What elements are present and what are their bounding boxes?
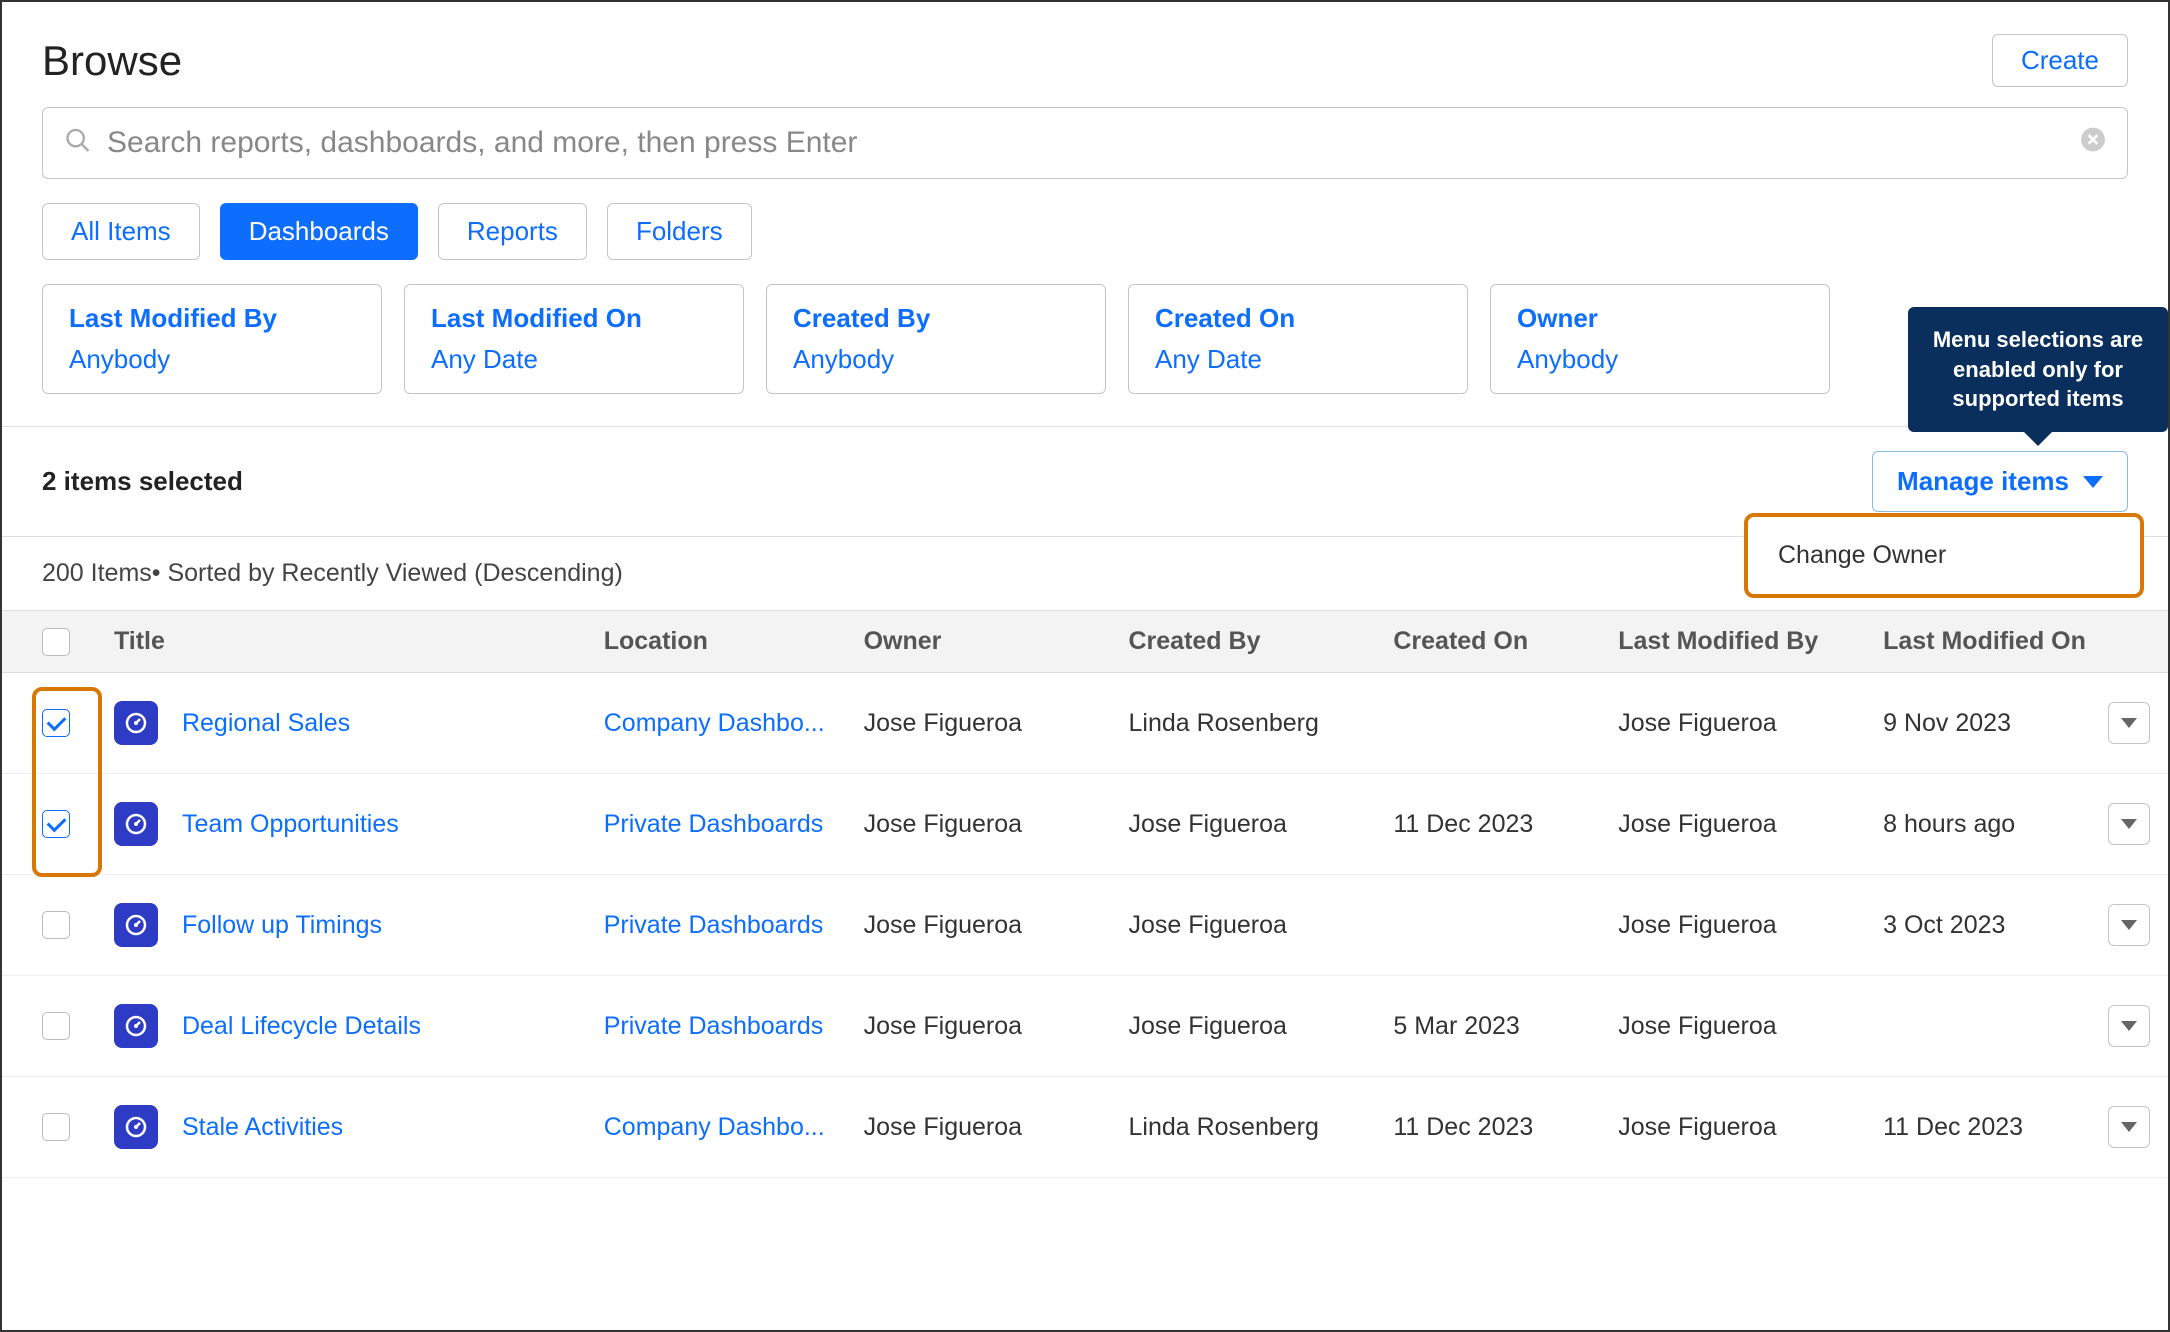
filter-created-by[interactable]: Created By Anybody bbox=[766, 284, 1106, 394]
tab-dashboards[interactable]: Dashboards bbox=[220, 203, 418, 260]
row-checkbox[interactable] bbox=[42, 1113, 70, 1141]
row-owner: Jose Figueroa bbox=[864, 1113, 1129, 1142]
col-created-on[interactable]: Created On bbox=[1393, 627, 1618, 656]
col-modified-on[interactable]: Last Modified On bbox=[1883, 627, 2108, 656]
dashboard-icon bbox=[114, 701, 158, 745]
row-location-link[interactable]: Private Dashboards bbox=[604, 1012, 864, 1041]
row-owner: Jose Figueroa bbox=[864, 709, 1129, 738]
table-row: Regional SalesCompany Dashbo...Jose Figu… bbox=[2, 673, 2168, 774]
row-created-by: Linda Rosenberg bbox=[1128, 709, 1393, 738]
filter-label: Created By bbox=[793, 303, 1079, 334]
selection-count: 2 items selected bbox=[42, 466, 243, 497]
dashboard-icon bbox=[114, 1105, 158, 1149]
chevron-down-icon bbox=[2121, 1122, 2137, 1132]
row-actions-button[interactable] bbox=[2108, 1106, 2150, 1148]
row-modified-by: Jose Figueroa bbox=[1618, 1012, 1883, 1041]
row-modified-on: 8 hours ago bbox=[1883, 810, 2108, 839]
dashboard-icon bbox=[114, 802, 158, 846]
row-modified-on: 3 Oct 2023 bbox=[1883, 911, 2108, 940]
row-created-by: Linda Rosenberg bbox=[1128, 1113, 1393, 1142]
filter-created-on[interactable]: Created On Any Date bbox=[1128, 284, 1468, 394]
row-owner: Jose Figueroa bbox=[864, 911, 1129, 940]
row-title-link[interactable]: Follow up Timings bbox=[182, 911, 382, 940]
row-title-link[interactable]: Regional Sales bbox=[182, 709, 350, 738]
tab-reports[interactable]: Reports bbox=[438, 203, 587, 260]
clear-icon[interactable] bbox=[2080, 127, 2106, 160]
search-input[interactable] bbox=[42, 107, 2128, 179]
filter-value: Anybody bbox=[793, 344, 1079, 375]
row-title-link[interactable]: Deal Lifecycle Details bbox=[182, 1012, 421, 1041]
chevron-down-icon bbox=[2121, 718, 2137, 728]
row-actions-button[interactable] bbox=[2108, 803, 2150, 845]
col-owner[interactable]: Owner bbox=[864, 627, 1129, 656]
filter-value: Anybody bbox=[69, 344, 355, 375]
row-checkbox[interactable] bbox=[42, 911, 70, 939]
col-title[interactable]: Title bbox=[114, 627, 604, 656]
dashboard-icon bbox=[114, 1004, 158, 1048]
row-created-by: Jose Figueroa bbox=[1128, 810, 1393, 839]
row-created-by: Jose Figueroa bbox=[1128, 1012, 1393, 1041]
page-title: Browse bbox=[42, 37, 182, 85]
row-modified-by: Jose Figueroa bbox=[1618, 709, 1883, 738]
manage-tooltip: Menu selections are enabled only for sup… bbox=[1908, 307, 2168, 432]
filter-value: Anybody bbox=[1517, 344, 1803, 375]
manage-items-menu[interactable]: Change Owner bbox=[1744, 513, 2144, 598]
filter-value: Any Date bbox=[431, 344, 717, 375]
table-header: Title Location Owner Created By Created … bbox=[2, 610, 2168, 673]
tab-all-items[interactable]: All Items bbox=[42, 203, 200, 260]
table-row: Stale ActivitiesCompany Dashbo...Jose Fi… bbox=[2, 1077, 2168, 1178]
manage-items-label: Manage items bbox=[1897, 466, 2069, 497]
row-created-on: 11 Dec 2023 bbox=[1393, 810, 1618, 839]
chevron-down-icon bbox=[2121, 920, 2137, 930]
table-row: Team OpportunitiesPrivate DashboardsJose… bbox=[2, 774, 2168, 875]
create-button[interactable]: Create bbox=[1992, 34, 2128, 87]
table-row: Follow up TimingsPrivate DashboardsJose … bbox=[2, 875, 2168, 976]
dashboard-icon bbox=[114, 903, 158, 947]
row-checkbox[interactable] bbox=[42, 810, 70, 838]
row-modified-on: 9 Nov 2023 bbox=[1883, 709, 2108, 738]
chevron-down-icon bbox=[2121, 819, 2137, 829]
col-location[interactable]: Location bbox=[604, 627, 864, 656]
filter-label: Last Modified By bbox=[69, 303, 355, 334]
filter-label: Owner bbox=[1517, 303, 1803, 334]
row-title-link[interactable]: Team Opportunities bbox=[182, 810, 399, 839]
filter-label: Last Modified On bbox=[431, 303, 717, 334]
row-modified-by: Jose Figueroa bbox=[1618, 810, 1883, 839]
row-location-link[interactable]: Company Dashbo... bbox=[604, 1113, 864, 1142]
menu-option-change-owner[interactable]: Change Owner bbox=[1778, 541, 2110, 570]
filter-last-modified-on[interactable]: Last Modified On Any Date bbox=[404, 284, 744, 394]
row-checkbox[interactable] bbox=[42, 709, 70, 737]
row-owner: Jose Figueroa bbox=[864, 1012, 1129, 1041]
filter-owner[interactable]: Owner Anybody bbox=[1490, 284, 1830, 394]
tab-folders[interactable]: Folders bbox=[607, 203, 752, 260]
chevron-down-icon bbox=[2121, 1021, 2137, 1031]
col-modified-by[interactable]: Last Modified By bbox=[1618, 627, 1883, 656]
search-icon bbox=[64, 127, 92, 160]
row-created-on: 11 Dec 2023 bbox=[1393, 1113, 1618, 1142]
row-modified-by: Jose Figueroa bbox=[1618, 911, 1883, 940]
col-created-by[interactable]: Created By bbox=[1128, 627, 1393, 656]
table-row: Deal Lifecycle Details Private Dashboards… bbox=[2, 976, 2168, 1077]
row-location-link[interactable]: Private Dashboards bbox=[604, 911, 864, 940]
row-location-link[interactable]: Private Dashboards bbox=[604, 810, 864, 839]
row-actions-button[interactable] bbox=[2108, 702, 2150, 744]
row-actions-button[interactable] bbox=[2108, 904, 2150, 946]
row-created-on: 5 Mar 2023 bbox=[1393, 1012, 1618, 1041]
manage-items-button[interactable]: Manage items bbox=[1872, 451, 2128, 512]
row-owner: Jose Figueroa bbox=[864, 810, 1129, 839]
select-all-checkbox[interactable] bbox=[42, 628, 70, 656]
row-modified-on: 11 Dec 2023 bbox=[1883, 1113, 2108, 1142]
row-created-by: Jose Figueroa bbox=[1128, 911, 1393, 940]
row-modified-by: Jose Figueroa bbox=[1618, 1113, 1883, 1142]
row-actions-button[interactable] bbox=[2108, 1005, 2150, 1047]
filter-last-modified-by[interactable]: Last Modified By Anybody bbox=[42, 284, 382, 394]
row-checkbox[interactable] bbox=[42, 1012, 70, 1040]
filter-label: Created On bbox=[1155, 303, 1441, 334]
row-location-link[interactable]: Company Dashbo... bbox=[604, 709, 864, 738]
row-title-link[interactable]: Stale Activities bbox=[182, 1113, 343, 1142]
filter-value: Any Date bbox=[1155, 344, 1441, 375]
chevron-down-icon bbox=[2083, 476, 2103, 488]
